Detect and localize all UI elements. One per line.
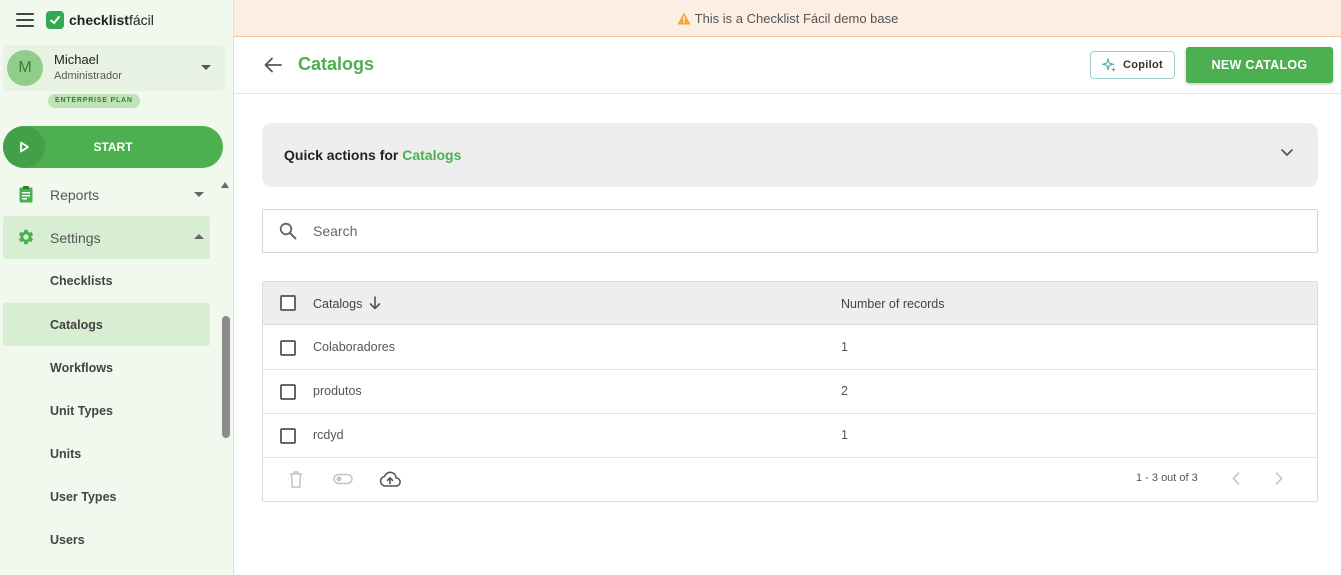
user-menu[interactable]: M Michael Administrador [3, 45, 225, 91]
row-checkbox[interactable] [280, 384, 296, 400]
sidebar-item-label: Reports [50, 186, 100, 203]
sidebar-top: checklistfácil [0, 0, 234, 40]
record-count: 1 [841, 428, 848, 442]
logo-bold: checklist [69, 12, 129, 28]
chevron-down-icon[interactable] [1281, 149, 1293, 157]
row-checkbox[interactable] [280, 428, 296, 444]
sidebar-item-label: Workflows [50, 360, 113, 375]
new-catalog-button[interactable]: NEW CATALOG [1186, 47, 1333, 83]
pagination-text: 1 - 3 out of 3 [1136, 472, 1198, 484]
banner-text: This is a Checklist Fácil demo base [694, 10, 899, 26]
table-row[interactable]: Colaboradores 1 [263, 326, 1317, 370]
sidebar-item-reports[interactable]: Reports [3, 173, 210, 216]
sidebar-item-checklists[interactable]: Checklists [3, 259, 210, 302]
record-count: 2 [841, 384, 848, 398]
sidebar-item-label: Catalogs [50, 317, 103, 332]
quick-actions-panel[interactable]: Quick actions for Catalogs [262, 123, 1318, 187]
quick-actions-title: Quick actions for Catalogs [284, 147, 461, 163]
sidebar-item-users[interactable]: Users [3, 518, 210, 561]
arrow-down-icon[interactable] [369, 296, 381, 310]
copilot-label: Copilot [1123, 59, 1163, 71]
sidebar-item-label: Users [50, 532, 85, 547]
trash-icon[interactable] [289, 470, 303, 488]
sidebar-item-label: Checklists [50, 273, 113, 288]
sidebar-item-label: Unit Types [50, 403, 113, 418]
table-header: Catalogs Number of records [263, 282, 1317, 325]
page-header: Catalogs Copilot NEW CATALOG [234, 37, 1341, 94]
chevron-left-icon[interactable] [1232, 472, 1240, 485]
sidebar-item-user-types[interactable]: User Types [3, 475, 210, 518]
record-count: 1 [841, 340, 848, 354]
sidebar-item-settings[interactable]: Settings [3, 216, 210, 259]
page-title: Catalogs [298, 54, 375, 74]
search-icon [279, 222, 297, 240]
catalogs-table: Catalogs Number of records Colaboradores… [262, 281, 1318, 502]
toggle-icon[interactable] [333, 473, 353, 485]
sidebar-scrollbar[interactable] [222, 316, 230, 438]
table-row[interactable]: rcdyd 1 [263, 414, 1317, 458]
copilot-button[interactable]: Copilot [1090, 51, 1175, 79]
start-button[interactable]: START [3, 126, 223, 168]
logo-check-icon [46, 11, 64, 29]
sidebar-item-units[interactable]: Units [3, 432, 210, 475]
search-input[interactable] [313, 220, 1293, 242]
search-box [262, 209, 1318, 253]
row-checkbox[interactable] [280, 340, 296, 356]
sidebar-item-catalogs[interactable]: Catalogs [3, 303, 210, 346]
quick-actions-target: Catalogs [402, 147, 462, 163]
table-row[interactable]: produtos 2 [263, 370, 1317, 414]
sparkle-icon [1102, 57, 1116, 72]
sidebar-item-workflows[interactable]: Workflows [3, 346, 210, 389]
plan-badge: ENTERPRISE PLAN [48, 94, 140, 108]
catalog-name[interactable]: produtos [313, 384, 362, 398]
quick-actions-prefix: Quick actions for [284, 147, 399, 163]
demo-banner: This is a Checklist Fácil demo base [234, 0, 1341, 37]
scroll-up-icon[interactable] [221, 182, 229, 188]
catalog-name[interactable]: Colaboradores [313, 340, 395, 354]
chevron-up-icon [194, 234, 204, 239]
select-all-checkbox[interactable] [280, 295, 296, 311]
sidebar-item-unit-types[interactable]: Unit Types [3, 389, 210, 432]
play-icon [3, 126, 45, 168]
arrow-left-icon[interactable] [264, 57, 282, 73]
chevron-down-icon [194, 192, 204, 197]
menu-icon[interactable] [16, 13, 34, 27]
column-header-records: Number of records [841, 297, 945, 311]
catalog-name[interactable]: rcdyd [313, 428, 344, 442]
start-label: START [93, 140, 133, 154]
sidebar: checklistfácil M Michael Administrador E… [0, 0, 234, 575]
chevron-right-icon[interactable] [1275, 472, 1283, 485]
avatar: M [7, 50, 43, 86]
table-footer: 1 - 3 out of 3 [263, 458, 1317, 501]
user-role: Administrador [54, 70, 122, 82]
warning-icon [677, 12, 691, 24]
logo-light: fácil [128, 12, 154, 28]
gear-icon [18, 229, 34, 245]
chevron-down-icon[interactable] [201, 65, 211, 70]
column-header-catalogs[interactable]: Catalogs [313, 297, 362, 311]
cloud-upload-icon[interactable] [379, 471, 401, 487]
sidebar-item-label: User Types [50, 489, 117, 504]
user-name: Michael [54, 52, 99, 67]
sidebar-item-label: Units [50, 446, 82, 461]
sidebar-item-label: Settings [50, 229, 101, 246]
clipboard-icon [19, 186, 33, 203]
logo[interactable]: checklistfácil [69, 12, 154, 28]
